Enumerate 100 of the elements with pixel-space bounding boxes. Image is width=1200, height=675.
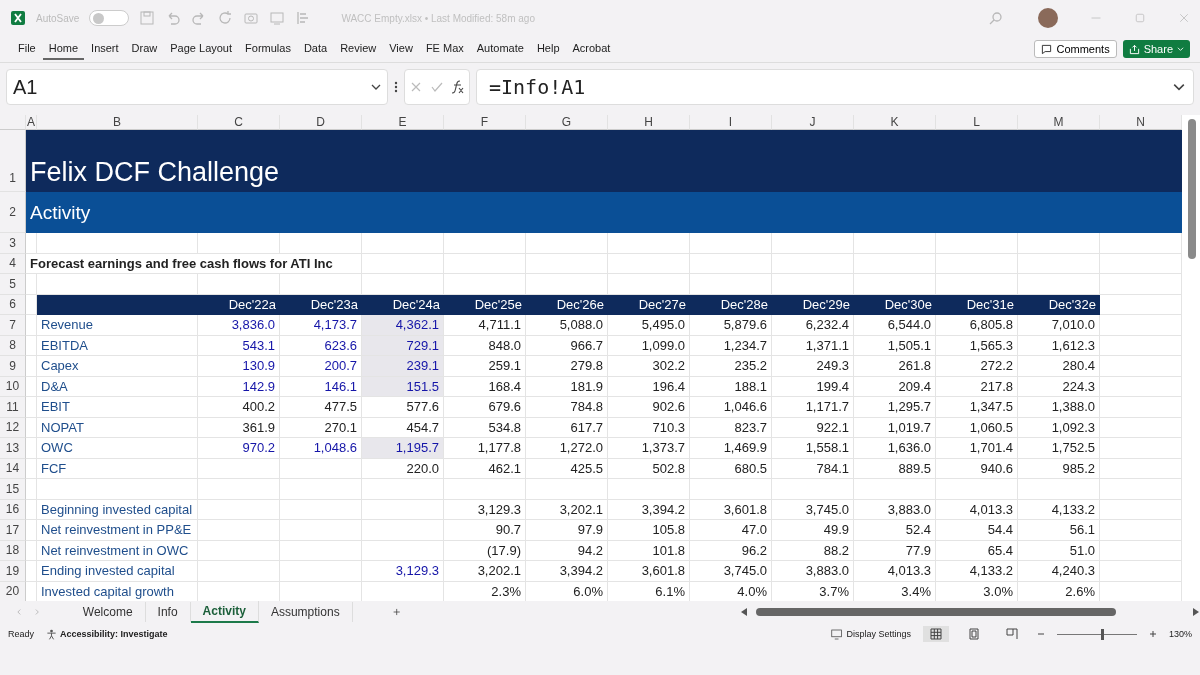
table-cell: 235.2 xyxy=(690,356,772,377)
table-cell: 1,060.5 xyxy=(936,417,1018,438)
previous-sheet-icon[interactable] xyxy=(16,607,23,617)
column-header[interactable]: D xyxy=(280,115,362,130)
empty-cell xyxy=(26,479,37,500)
ribbon-tab[interactable]: Draw xyxy=(125,38,164,60)
table-cell: 1,046.6 xyxy=(690,397,772,418)
column-header[interactable]: L xyxy=(936,115,1018,130)
table-cell: 188.1 xyxy=(690,376,772,397)
add-sheet-icon[interactable] xyxy=(392,606,400,618)
ribbon-tab[interactable]: Insert xyxy=(85,38,125,60)
share-icon xyxy=(1128,43,1140,55)
row-number: 7 xyxy=(0,315,26,336)
scroll-left-icon[interactable] xyxy=(740,608,748,616)
table-cell: 4,013.3 xyxy=(936,499,1018,520)
empty-cell xyxy=(26,233,37,254)
row-label: Ending invested capital xyxy=(37,561,198,582)
column-header[interactable]: G xyxy=(526,115,608,130)
table-cell: 4,362.1 xyxy=(362,315,444,336)
sheet-tab[interactable]: Info xyxy=(145,602,191,622)
user-avatar[interactable] xyxy=(1038,8,1058,28)
ribbon-tab[interactable]: Page Layout xyxy=(164,38,239,60)
column-header[interactable]: J xyxy=(772,115,854,130)
save-icon[interactable] xyxy=(139,10,156,26)
row-number: 1 xyxy=(0,130,26,192)
table-cell: 272.2 xyxy=(936,356,1018,377)
column-header[interactable]: H xyxy=(608,115,690,130)
table-cell: 3,394.2 xyxy=(608,499,690,520)
next-sheet-icon[interactable] xyxy=(34,607,41,617)
search-icon[interactable] xyxy=(988,10,1004,26)
ribbon-tab[interactable]: Data xyxy=(297,38,334,60)
column-header[interactable]: I xyxy=(690,115,772,130)
row-number: 10 xyxy=(0,376,26,397)
ribbon-tab[interactable]: Home xyxy=(42,38,85,60)
table-cell: 970.2 xyxy=(198,438,280,459)
camera-icon[interactable] xyxy=(243,10,260,26)
ribbon-tab[interactable]: Automate xyxy=(470,38,530,60)
sheet-tab[interactable]: Welcome xyxy=(70,602,146,622)
zoom-slider-thumb[interactable] xyxy=(1100,628,1104,640)
column-header[interactable]: M xyxy=(1018,115,1100,130)
column-header[interactable]: E xyxy=(362,115,444,130)
row-label: Beginning invested capital xyxy=(37,499,198,520)
sheet-tab[interactable]: Activity xyxy=(190,601,259,623)
ribbon-tab[interactable]: Review xyxy=(334,38,383,60)
table-cell: 361.9 xyxy=(198,417,280,438)
table-cell: 3,202.1 xyxy=(526,499,608,520)
row-number: 17 xyxy=(0,520,26,541)
ribbon-tab[interactable]: Help xyxy=(530,38,566,60)
column-header[interactable]: N xyxy=(1100,115,1182,130)
zoom-percentage: 130% xyxy=(1168,629,1192,639)
table-cell: 1,177.8 xyxy=(444,438,526,459)
more-options-icon[interactable] xyxy=(394,81,398,93)
table-cell: 4.0% xyxy=(690,581,772,601)
period-header: Dec'31e xyxy=(936,294,1018,315)
name-box[interactable]: A1 xyxy=(6,69,388,105)
scrollbar-thumb[interactable] xyxy=(756,608,1116,616)
table-cell: 729.1 xyxy=(362,335,444,356)
accessibility-button[interactable]: Accessibility: Investigate xyxy=(46,628,168,640)
table-cell: 280.4 xyxy=(1018,356,1100,377)
select-all-corner[interactable] xyxy=(0,115,26,130)
table-cell: 784.1 xyxy=(772,458,854,479)
table-cell: 77.9 xyxy=(854,540,936,561)
ribbon-tab[interactable]: File xyxy=(12,38,42,60)
display-settings-button[interactable]: Display Settings xyxy=(831,628,911,640)
column-header[interactable]: K xyxy=(854,115,936,130)
row-label: Capex xyxy=(37,356,198,377)
restore-icon[interactable] xyxy=(1134,12,1146,24)
column-header[interactable]: C xyxy=(198,115,280,130)
scroll-right-icon[interactable] xyxy=(1192,608,1200,616)
column-header[interactable]: B xyxy=(37,115,198,130)
normal-view-icon[interactable] xyxy=(922,626,949,642)
table-cell: 985.2 xyxy=(1018,458,1100,479)
sheet-tab[interactable]: Assumptions xyxy=(258,602,353,622)
zoom-in-icon[interactable] xyxy=(1148,630,1157,638)
refresh-icon[interactable] xyxy=(217,10,234,26)
table-cell: 199.4 xyxy=(772,376,854,397)
table-cell: 1,272.0 xyxy=(526,438,608,459)
row-number: 16 xyxy=(0,499,26,520)
table-cell: 51.0 xyxy=(1018,540,1100,561)
column-header[interactable]: F xyxy=(444,115,526,130)
autosave-toggle[interactable] xyxy=(89,10,130,26)
row-label: FCF xyxy=(37,458,198,479)
scrollbar-thumb[interactable] xyxy=(1188,119,1196,259)
ribbon-tab[interactable]: FE Max xyxy=(419,38,470,60)
row-number: 11 xyxy=(0,397,26,418)
table-cell: (17.9) xyxy=(444,540,526,561)
close-icon[interactable] xyxy=(1178,12,1190,24)
monitor-icon[interactable] xyxy=(269,10,286,26)
formula-field[interactable]: =Info!A1 xyxy=(476,69,1194,105)
share-button[interactable]: Share xyxy=(1122,40,1190,58)
zoom-out-icon[interactable] xyxy=(1036,630,1045,638)
ribbon-tab[interactable]: Acrobat xyxy=(566,38,617,60)
empty-cell xyxy=(26,520,37,541)
empty-cell xyxy=(26,499,37,520)
ribbon-tab[interactable]: Formulas xyxy=(239,38,297,60)
table-cell: 90.7 xyxy=(444,520,526,541)
table-cell: 1,195.7 xyxy=(362,438,444,459)
ribbon-tab[interactable]: View xyxy=(383,38,419,60)
excel-logo-icon[interactable] xyxy=(10,10,26,26)
comments-button[interactable]: Comments xyxy=(1034,40,1117,58)
